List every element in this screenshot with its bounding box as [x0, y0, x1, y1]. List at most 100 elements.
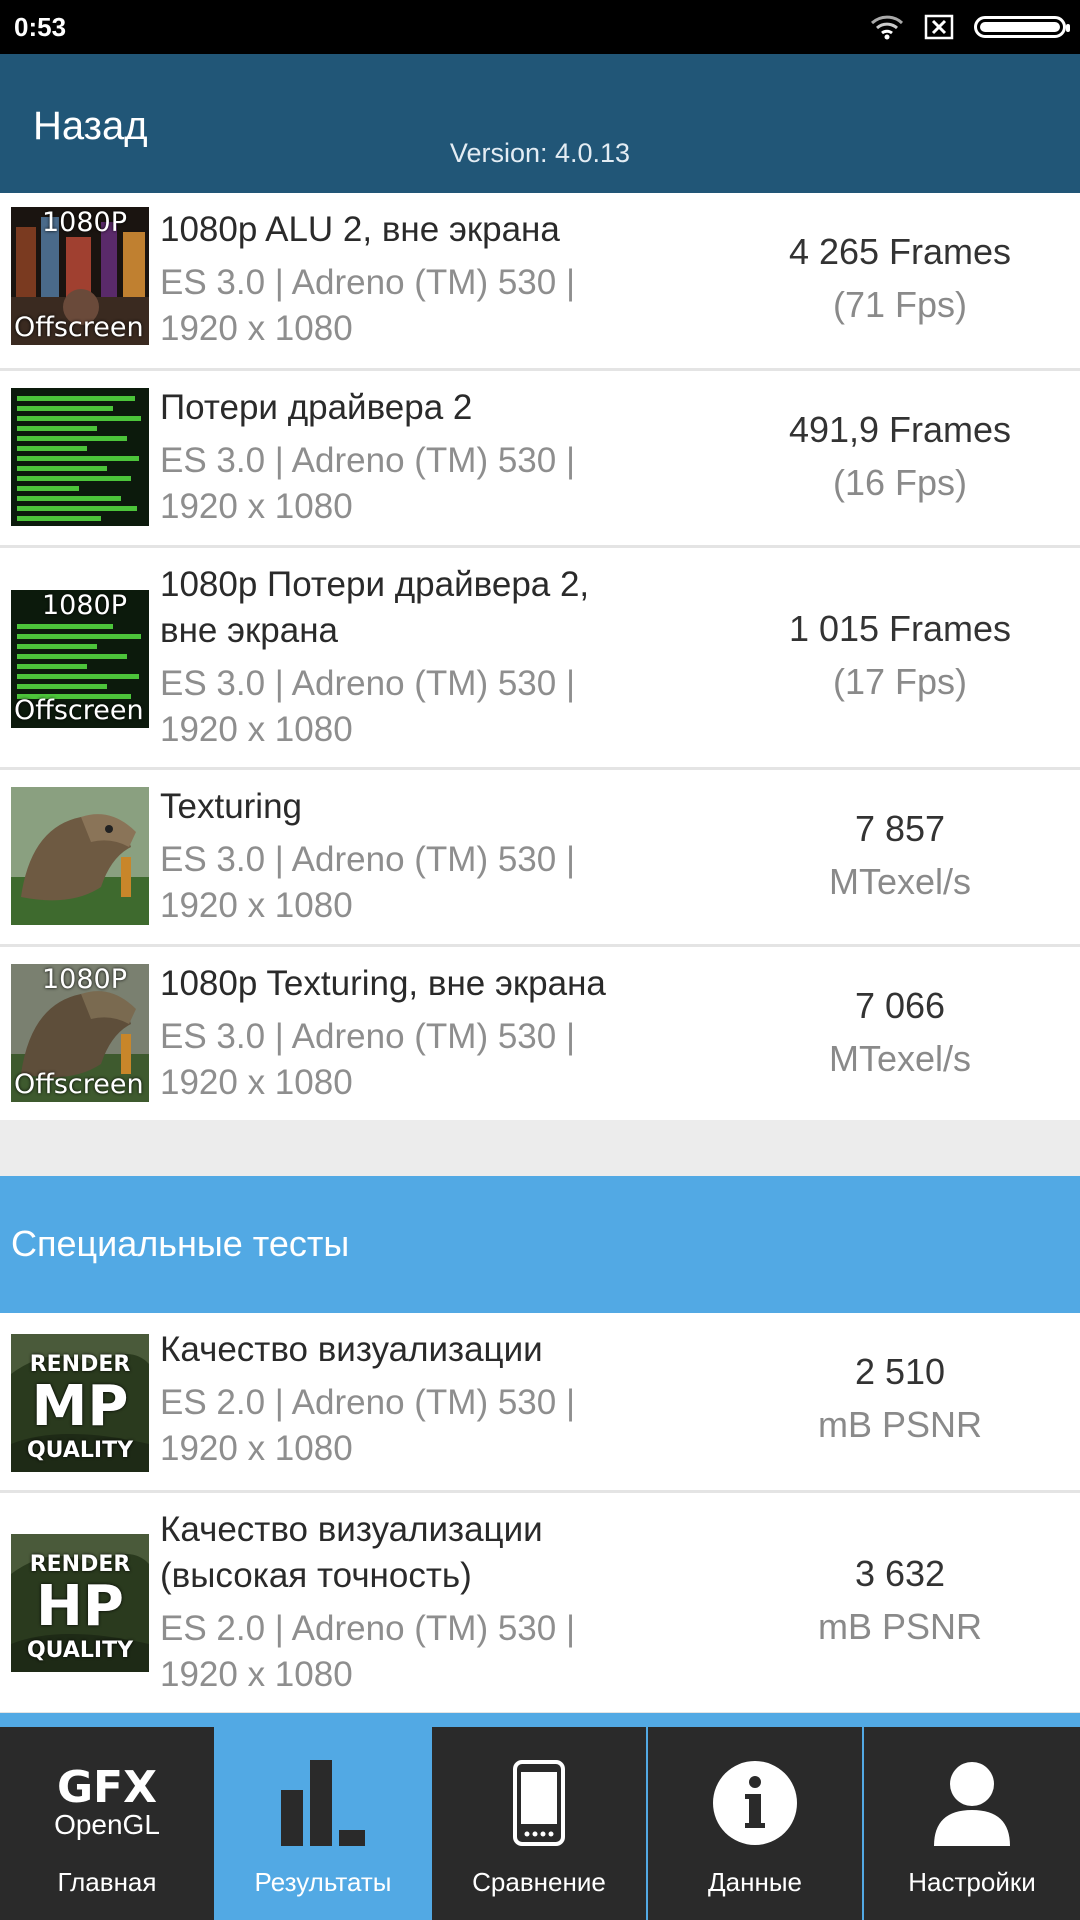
- result-row[interactable]: Texturing ES 3.0 | Adreno (TM) 530 | 192…: [0, 770, 1080, 947]
- score-unit: MTexel/s: [828, 861, 972, 902]
- result-resolution: 1920 x 1080: [160, 309, 353, 348]
- nav-label: Главная: [57, 1867, 157, 1897]
- nav-settings[interactable]: Настройки: [864, 1727, 1080, 1920]
- results-list: 1080P Offscreen 1080p ALU 2, вне экрана …: [0, 193, 1080, 1120]
- result-row[interactable]: 1080P Offscreen 1080p ALU 2, вне экрана …: [0, 193, 1080, 371]
- phone-icon: [432, 1751, 646, 1855]
- result-score: 3 632 mB PSNR: [740, 1547, 1060, 1653]
- version-label: Version: 4.0.13: [449, 138, 631, 168]
- result-score: 2 510 mB PSNR: [740, 1345, 1060, 1451]
- result-resolution: 1920 x 1080: [160, 1655, 353, 1694]
- logo-gfx: GFX: [56, 1762, 158, 1813]
- score-value: 7 066: [854, 985, 946, 1026]
- result-row[interactable]: 1080P Offscreen 1080p Texturing, вне экр…: [0, 947, 1080, 1120]
- info-icon: [648, 1751, 862, 1855]
- result-text: 1080p ALU 2, вне экрана ES 3.0 | Adreno …: [160, 207, 680, 352]
- result-text: 1080p Texturing, вне экрана ES 3.0 | Adr…: [160, 961, 680, 1106]
- score-unit: mB PSNR: [817, 1404, 983, 1445]
- score-unit: (16 Fps): [832, 462, 968, 503]
- result-text: Качество визуализации (высокая точность)…: [160, 1507, 680, 1698]
- result-resolution: 1920 x 1080: [160, 710, 353, 749]
- thumb-bottom-label: Offscreen: [14, 695, 144, 726]
- status-bar: 0:53: [0, 0, 1080, 54]
- nav-label: Данные: [708, 1867, 802, 1897]
- result-score: 4 265 Frames (71 Fps): [740, 225, 1060, 331]
- bottom-nav: GFX OpenGL Главная Результаты Сравнение: [0, 1713, 1080, 1920]
- nav-label: Результаты: [254, 1867, 392, 1897]
- nav-compare[interactable]: Сравнение: [432, 1727, 646, 1920]
- thumb-mid-label: MP: [31, 1374, 129, 1439]
- special-tests-list: RENDER MP QUALITY Качество визуализации …: [0, 1313, 1080, 1715]
- result-row[interactable]: Потери драйвера 2 ES 3.0 | Adreno (TM) 5…: [0, 371, 1080, 548]
- result-title: 1080p ALU 2, вне экрана: [160, 210, 560, 249]
- wifi-icon: [870, 15, 904, 40]
- result-title: 1080p Потери драйвера 2,: [160, 565, 590, 604]
- nav-home[interactable]: GFX OpenGL Главная: [0, 1727, 214, 1920]
- result-score: 491,9 Frames (16 Fps): [740, 403, 1060, 509]
- render-quality-hp-thumbnail: RENDER HP QUALITY: [11, 1534, 149, 1672]
- result-row[interactable]: RENDER HP QUALITY Качество визуализации …: [0, 1493, 1080, 1715]
- texturing-offscreen-thumbnail: 1080P Offscreen: [11, 964, 149, 1102]
- result-text: 1080p Потери драйвера 2, вне экрана ES 3…: [160, 562, 680, 753]
- sim-x-icon: [924, 14, 954, 40]
- section-title: Специальные тесты: [11, 1223, 350, 1264]
- bar-chart-icon: [216, 1751, 430, 1855]
- result-text: Качество визуализации ES 2.0 | Adreno (T…: [160, 1327, 680, 1472]
- result-api: ES 2.0 | Adreno (TM) 530 |: [160, 1609, 576, 1648]
- result-title: Texturing: [160, 787, 303, 826]
- score-unit: mB PSNR: [817, 1606, 983, 1647]
- score-value: 491,9 Frames: [788, 409, 1012, 450]
- thumb-bottom-label: QUALITY: [26, 1438, 134, 1463]
- result-api: ES 3.0 | Adreno (TM) 530 |: [160, 1017, 576, 1056]
- result-title-line2: (высокая точность): [160, 1556, 472, 1595]
- score-value: 4 265 Frames: [788, 231, 1012, 272]
- result-score: 7 066 MTexel/s: [740, 979, 1060, 1085]
- status-icons: [870, 14, 1070, 40]
- section-gap: [0, 1120, 1080, 1176]
- result-api: ES 3.0 | Adreno (TM) 530 |: [160, 263, 576, 302]
- battery-icon: [974, 16, 1070, 38]
- result-row[interactable]: RENDER MP QUALITY Качество визуализации …: [0, 1313, 1080, 1493]
- score-unit: MTexel/s: [828, 1038, 972, 1079]
- result-api: ES 3.0 | Adreno (TM) 530 |: [160, 840, 576, 879]
- alu-thumbnail: 1080P Offscreen: [11, 207, 149, 345]
- result-text: Потери драйвера 2 ES 3.0 | Adreno (TM) 5…: [160, 385, 680, 530]
- score-value: 2 510: [854, 1351, 946, 1392]
- nav-label: Настройки: [908, 1867, 1036, 1897]
- nav-results[interactable]: Результаты: [216, 1727, 430, 1920]
- score-unit: (71 Fps): [832, 284, 968, 325]
- app-header: Назад Version: 4.0.13: [0, 54, 1080, 193]
- result-api: ES 3.0 | Adreno (TM) 530 |: [160, 664, 576, 703]
- driver-overhead-thumbnail: [11, 388, 149, 526]
- texturing-thumbnail: [11, 787, 149, 925]
- result-resolution: 1920 x 1080: [160, 1429, 353, 1468]
- result-resolution: 1920 x 1080: [160, 1063, 353, 1102]
- score-unit: (17 Fps): [832, 661, 968, 702]
- result-score: 7 857 MTexel/s: [740, 802, 1060, 908]
- nav-label: Сравнение: [472, 1867, 606, 1897]
- thumb-top-label: 1080P: [42, 207, 127, 238]
- result-text: Texturing ES 3.0 | Adreno (TM) 530 | 192…: [160, 784, 680, 929]
- result-title-line2: вне экрана: [160, 611, 339, 650]
- result-api: ES 2.0 | Adreno (TM) 530 |: [160, 1383, 576, 1422]
- logo-opengl: OpenGL: [54, 1809, 160, 1840]
- status-time: 0:53: [14, 11, 67, 42]
- thumb-bottom-label: Offscreen: [14, 1069, 144, 1100]
- section-header: Специальные тесты: [0, 1176, 1080, 1313]
- gfx-opengl-logo: GFX OpenGL: [0, 1751, 214, 1855]
- nav-data[interactable]: Данные: [648, 1727, 862, 1920]
- thumb-top-label: 1080P: [42, 964, 127, 995]
- user-icon: [864, 1751, 1080, 1855]
- thumb-mid-label: HP: [36, 1574, 124, 1639]
- result-row[interactable]: 1080P Offscreen 1080p Потери драйвера 2,…: [0, 548, 1080, 770]
- render-quality-mp-thumbnail: RENDER MP QUALITY: [11, 1334, 149, 1472]
- result-title: Потери драйвера 2: [160, 388, 473, 427]
- score-value: 7 857: [854, 808, 946, 849]
- thumb-bottom-label: QUALITY: [26, 1638, 134, 1663]
- result-resolution: 1920 x 1080: [160, 487, 353, 526]
- driver-overhead-offscreen-thumbnail: 1080P Offscreen: [11, 590, 149, 728]
- result-title: Качество визуализации: [160, 1510, 543, 1549]
- result-title: 1080p Texturing, вне экрана: [160, 964, 606, 1003]
- thumb-bottom-label: Offscreen: [14, 312, 144, 343]
- result-resolution: 1920 x 1080: [160, 886, 353, 925]
